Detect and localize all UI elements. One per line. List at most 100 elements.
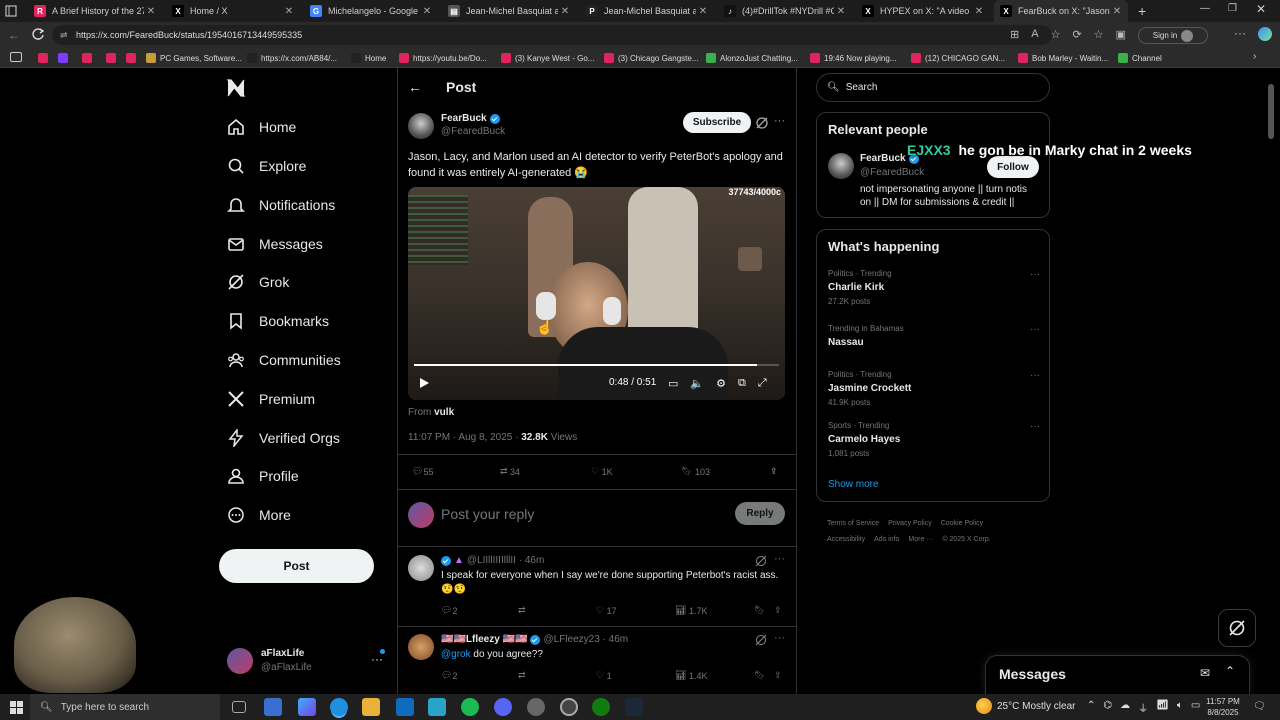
volume-icon[interactable]: 🔈 — [690, 377, 704, 390]
onedrive-icon[interactable]: ☁ — [1120, 700, 1130, 715]
xbox-icon[interactable] — [592, 698, 610, 716]
follow-button[interactable]: Follow — [987, 156, 1039, 178]
spotify-icon[interactable] — [461, 698, 479, 716]
from-name[interactable]: vulk — [434, 407, 454, 418]
reply-handle[interactable]: @LFleezy23 · 46m — [543, 634, 628, 645]
sidebar-item-bookmarks[interactable]: Bookmarks — [226, 306, 329, 336]
collections-icon[interactable]: ▣ — [1116, 28, 1126, 41]
taskbar-search[interactable]: 🔍︎ Type here to search — [30, 694, 220, 720]
tab-close-icon[interactable]: ✕ — [1110, 6, 1124, 17]
grok-float-button[interactable] — [1218, 609, 1256, 647]
site-info-icon[interactable]: ⇌ — [60, 25, 68, 45]
copilot-app-icon[interactable] — [298, 698, 316, 716]
footer-link[interactable]: Cookie Policy — [941, 520, 983, 527]
photos-icon[interactable] — [428, 698, 446, 716]
browser-tab[interactable]: X HYPEX on X: "A video surfa✕ — [856, 0, 990, 22]
minimize-button[interactable]: — — [1200, 3, 1210, 14]
wifi-icon[interactable]: 📶︎ — [1156, 700, 1169, 715]
reply-action[interactable]: 💬︎ 2 — [441, 670, 457, 681]
back-arrow-icon[interactable]: ← — [8, 28, 20, 42]
tab-close-icon[interactable]: ✕ — [696, 6, 710, 17]
bookmark-item[interactable] — [126, 51, 140, 65]
app-icon[interactable] — [527, 698, 545, 716]
grok-icon[interactable] — [755, 116, 769, 130]
video-player[interactable]: 37743/4000c ☝ 0:48 / 0:51 ▭ 🔈 ⚙ ⧉ ⤢ — [408, 187, 785, 400]
reply-button[interactable]: Reply — [735, 502, 785, 525]
tab-close-icon[interactable]: ✕ — [420, 6, 434, 17]
sidebar-item-profile[interactable]: Profile — [226, 461, 299, 491]
reply-action[interactable]: 💬︎ 55 — [412, 466, 433, 477]
trend-item[interactable]: Sports · Trending Carmelo Hayes 1,081 post… — [828, 421, 1040, 458]
play-icon[interactable] — [418, 377, 430, 389]
extensions-icon[interactable]: ⟳ — [1072, 28, 1081, 41]
reply-avatar[interactable] — [408, 634, 434, 660]
sign-in-button[interactable]: Sign in — [1138, 27, 1208, 44]
sidebar-item-messages[interactable]: Messages — [226, 229, 323, 259]
store-icon[interactable] — [264, 698, 282, 716]
footer-link[interactable]: Privacy Policy — [888, 520, 932, 527]
like-action[interactable]: ♡ 17 — [596, 605, 617, 616]
url-field[interactable]: ⇌ https://x.com/FearedBuck/status/195401… — [52, 25, 1052, 45]
sidebar-item-more[interactable]: More — [226, 500, 291, 530]
bookmark-item[interactable] — [82, 51, 96, 65]
reply-more-icon[interactable]: ··· — [774, 632, 785, 644]
author-name-row[interactable]: FearBuck — [441, 113, 500, 124]
chevron-right-icon[interactable]: › — [1253, 51, 1256, 62]
author-avatar[interactable] — [408, 113, 434, 139]
trend-item[interactable]: Trending in Bahamas Nassau ··· — [828, 324, 1040, 352]
browser-tab[interactable]: P Jean-Michel Basquiat and A✕ — [580, 0, 714, 22]
sidebar-item-home[interactable]: Home — [226, 112, 296, 142]
bookmark-item[interactable] — [106, 51, 120, 65]
bookmark-item[interactable]: (12) CHICAGO GAN... — [911, 51, 1005, 65]
volume-icon[interactable]: 🔈︎ — [1177, 700, 1183, 715]
reply-avatar[interactable] — [408, 555, 434, 581]
share-icon[interactable]: ⇪ — [774, 605, 782, 616]
account-avatar[interactable] — [227, 648, 253, 674]
bookmark-item[interactable]: Home — [351, 51, 386, 65]
footer-link[interactable]: © 2025 X Corp. — [942, 536, 990, 543]
tab-close-icon[interactable]: ✕ — [282, 6, 296, 17]
expand-up-icon[interactable]: ⌃ — [1225, 664, 1235, 678]
trend-more-icon[interactable]: ··· — [1030, 269, 1040, 280]
footer-link[interactable]: Ads info — [874, 536, 899, 543]
post-more-icon[interactable]: ··· — [774, 115, 785, 127]
share-icon[interactable]: ⇪ — [770, 466, 778, 477]
browser-tab[interactable]: X FearBuck on X: "Jason, Lacy✕ — [994, 0, 1128, 22]
tab-close-icon[interactable]: ✕ — [144, 6, 158, 17]
bookmark-item[interactable]: Channel — [1118, 51, 1162, 65]
reply-name[interactable]: 🇺🇸🇺🇸Lfleezy 🇺🇸🇺🇸 — [441, 634, 527, 645]
file-explorer-icon[interactable] — [362, 698, 380, 716]
grok-icon[interactable] — [755, 555, 767, 567]
captions-icon[interactable]: ▭ — [668, 377, 678, 390]
bookmark-item[interactable]: https://youtu.be/Do... — [399, 51, 487, 65]
settings-more-icon[interactable]: ··· — [1234, 26, 1246, 40]
browser-tab[interactable]: G Michelangelo - Google Sea✕ — [304, 0, 438, 22]
post-button[interactable]: Post — [219, 549, 374, 583]
steam-icon[interactable] — [625, 698, 643, 716]
clock[interactable]: 11:57 PM 8/8/2025 — [1206, 696, 1240, 718]
share-icon[interactable]: ⇪ — [774, 670, 782, 681]
reply-handle[interactable]: @LIIllIIIIlllII · 46m — [467, 555, 544, 566]
chevron-up-icon[interactable]: ⌃ — [1087, 700, 1095, 715]
page-scrollbar[interactable] — [1268, 84, 1274, 139]
messages-drawer[interactable]: Messages ✉ ⌃ — [985, 655, 1250, 694]
mention-link[interactable]: @grok — [441, 649, 471, 660]
picture-in-picture-icon[interactable]: ⧉ — [738, 377, 746, 390]
x-logo-icon[interactable] — [226, 78, 246, 98]
bookmark-item[interactable]: (3) Kanye West - Go... — [501, 51, 594, 65]
app-available-icon[interactable]: ⊞ — [1010, 28, 1019, 41]
views-action[interactable]: 📊︎ 1.4K — [675, 670, 707, 681]
tab-close-icon[interactable]: ✕ — [834, 6, 848, 17]
repost-action[interactable]: ⇄ 34 — [500, 466, 520, 477]
bookmark-item[interactable] — [38, 51, 52, 65]
browser-tab[interactable]: ▤ Jean-Michel Basquiat and A✕ — [442, 0, 576, 22]
sidebar-item-premium[interactable]: Premium — [226, 384, 315, 414]
post-timestamp[interactable]: 11:07 PM · Aug 8, 2025 · — [408, 432, 518, 443]
settings-gear-icon[interactable]: ⚙ — [716, 377, 726, 390]
read-aloud-icon[interactable]: A — [1031, 28, 1038, 41]
copilot-icon[interactable] — [1258, 27, 1272, 41]
favorites-icon[interactable]: ☆ — [1094, 28, 1104, 41]
trend-item[interactable]: Politics · Trending Charlie Kirk 27.2K pos… — [828, 269, 1040, 306]
new-message-icon[interactable]: ✉ — [1200, 666, 1210, 680]
bookmark-icon[interactable]: 🔖︎ — [754, 670, 765, 681]
